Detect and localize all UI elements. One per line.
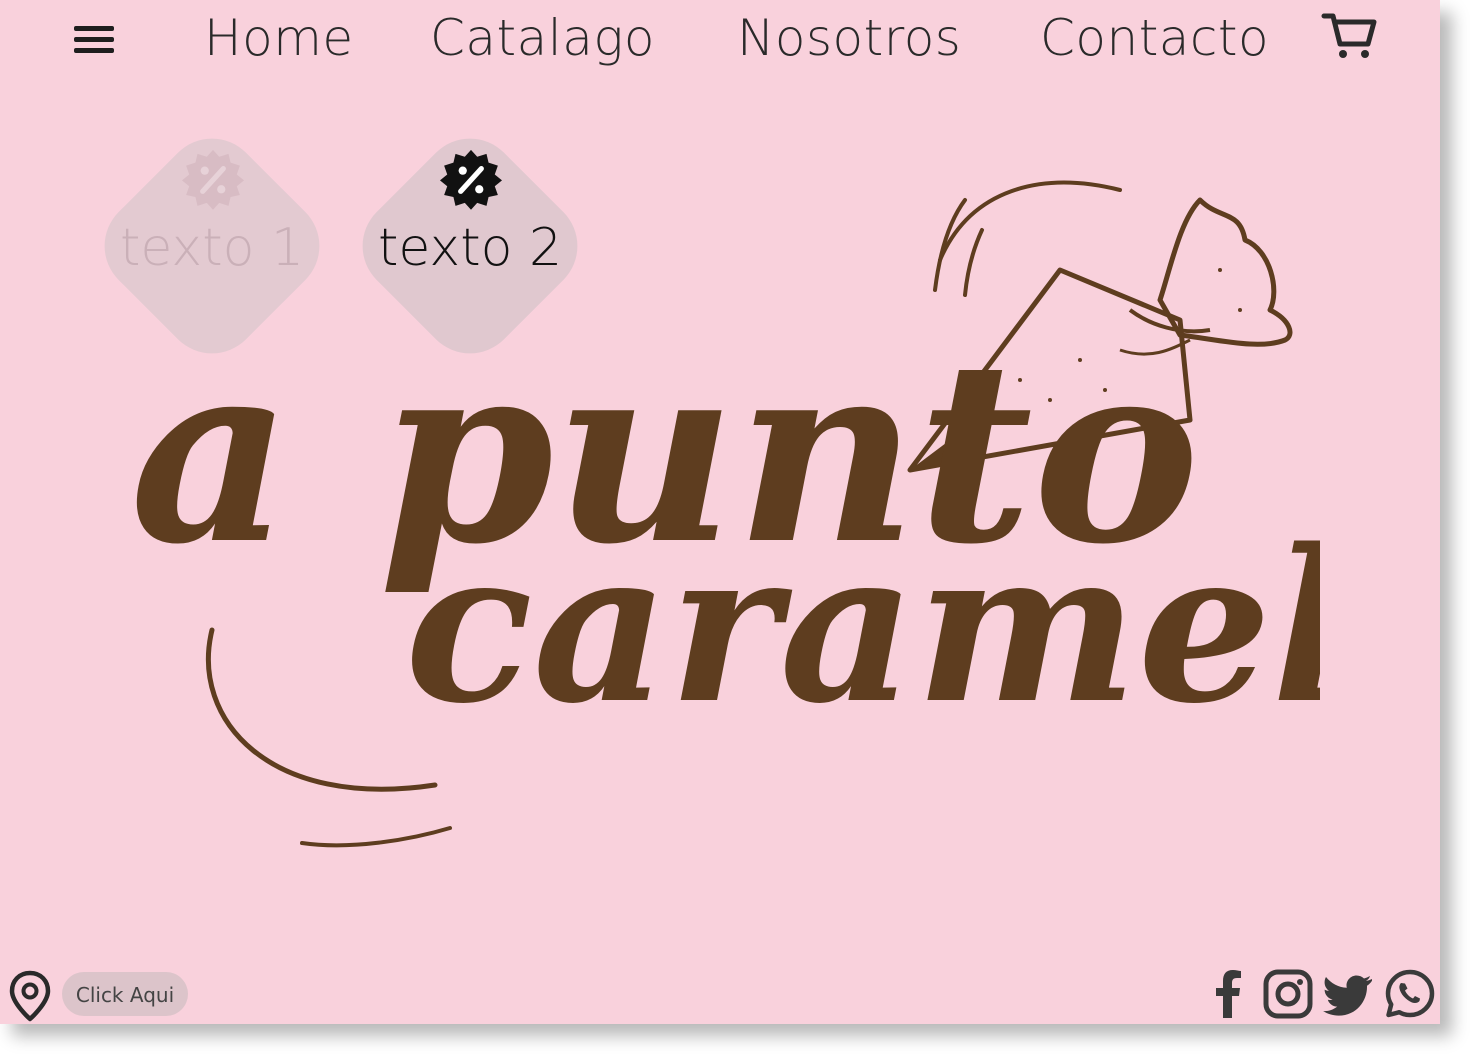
logo-line-2: caramelo [405,503,1320,750]
nav-home-link[interactable]: Home [204,0,354,76]
location-pin-icon[interactable] [8,970,52,1022]
twitter-icon[interactable] [1322,968,1374,1020]
facebook-icon[interactable] [1203,968,1255,1020]
hamburger-menu-icon[interactable] [72,22,116,58]
nav-nosotros-link[interactable]: Nosotros [737,0,961,76]
whatsapp-icon[interactable] [1384,968,1436,1020]
instagram-icon[interactable] [1262,968,1314,1020]
brand-logo: a punto caramelo [130,180,1320,848]
nav-catalogo-link[interactable]: Catalago [430,0,655,76]
page: Home Catalago Nosotros Contacto texto 1 … [0,0,1440,1024]
click-aqui-button[interactable]: Click Aqui [62,972,188,1016]
shopping-cart-icon[interactable] [1320,10,1380,62]
nav-contacto-link[interactable]: Contacto [1040,0,1269,76]
